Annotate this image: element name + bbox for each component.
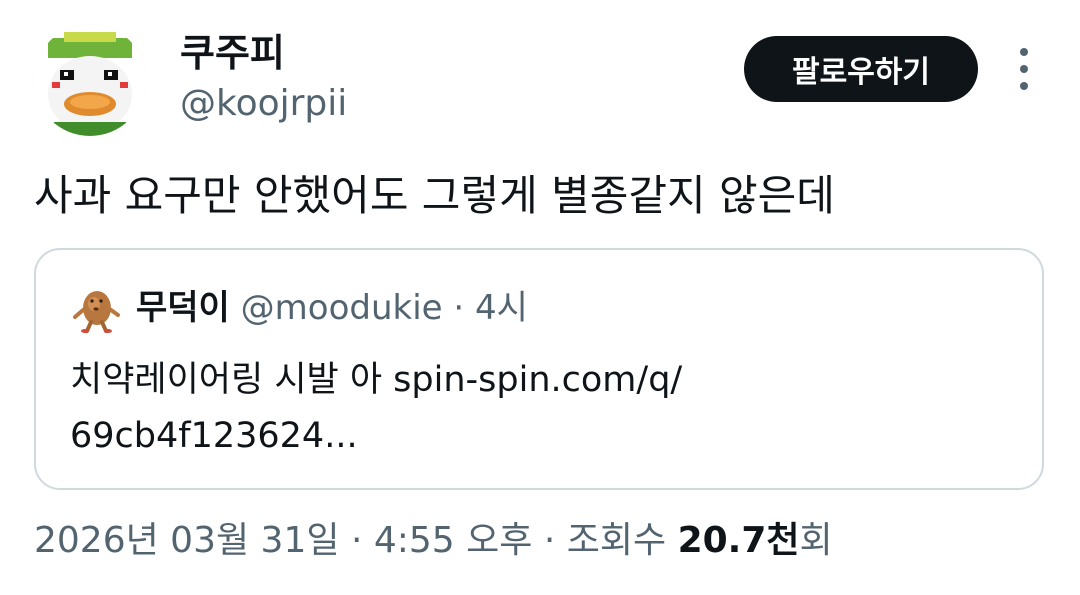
- tweet-time[interactable]: 4:55 오후: [374, 520, 533, 561]
- quote-header: 무덕이 @moodukie · 4시: [136, 286, 528, 330]
- quote-author-avatar[interactable]: [72, 284, 122, 334]
- more-options-button[interactable]: [1006, 48, 1042, 90]
- quote-body: 치약레이어링 시발 아 spin-spin.com/q/ 69cb4f12362…: [70, 352, 1010, 464]
- more-vertical-icon: [1020, 48, 1028, 56]
- quote-body-line: 69cb4f123624...: [70, 416, 358, 456]
- avatar-cartoon-icon: [34, 24, 146, 136]
- quote-author-display-name[interactable]: 무덕이: [136, 288, 230, 328]
- views-label: 조회수: [566, 520, 667, 561]
- follow-button[interactable]: 팔로우하기: [744, 36, 978, 102]
- tweet-date[interactable]: 2026년 03월 31일: [34, 520, 339, 561]
- quote-author-handle[interactable]: @moodukie: [241, 288, 443, 328]
- tweet-meta: 2026년 03월 31일 · 4:55 오후 · 조회수 20.7천회: [34, 518, 833, 564]
- quoted-tweet-card[interactable]: 무덕이 @moodukie · 4시 치약레이어링 시발 아 spin-spin…: [34, 248, 1044, 490]
- more-dot: [1020, 82, 1028, 90]
- meta-separator: ·: [543, 520, 556, 561]
- meta-separator: ·: [350, 520, 363, 561]
- quote-body-line: 치약레이어링 시발 아 spin-spin.com/q/: [70, 360, 683, 400]
- author-handle[interactable]: @koojrpii: [180, 82, 347, 126]
- more-dot: [1020, 65, 1028, 73]
- author-avatar[interactable]: [34, 24, 146, 136]
- avatar-potato-icon: [72, 284, 122, 334]
- tweet-text: 사과 요구만 안했어도 그렇게 별종같지 않은데: [34, 171, 835, 220]
- quote-separator: ·: [453, 288, 465, 328]
- author-display-name[interactable]: 쿠주피: [180, 30, 285, 76]
- quote-timestamp[interactable]: 4시: [475, 288, 528, 328]
- views-suffix: 회: [799, 520, 833, 561]
- views-count: 20.7천: [677, 520, 800, 561]
